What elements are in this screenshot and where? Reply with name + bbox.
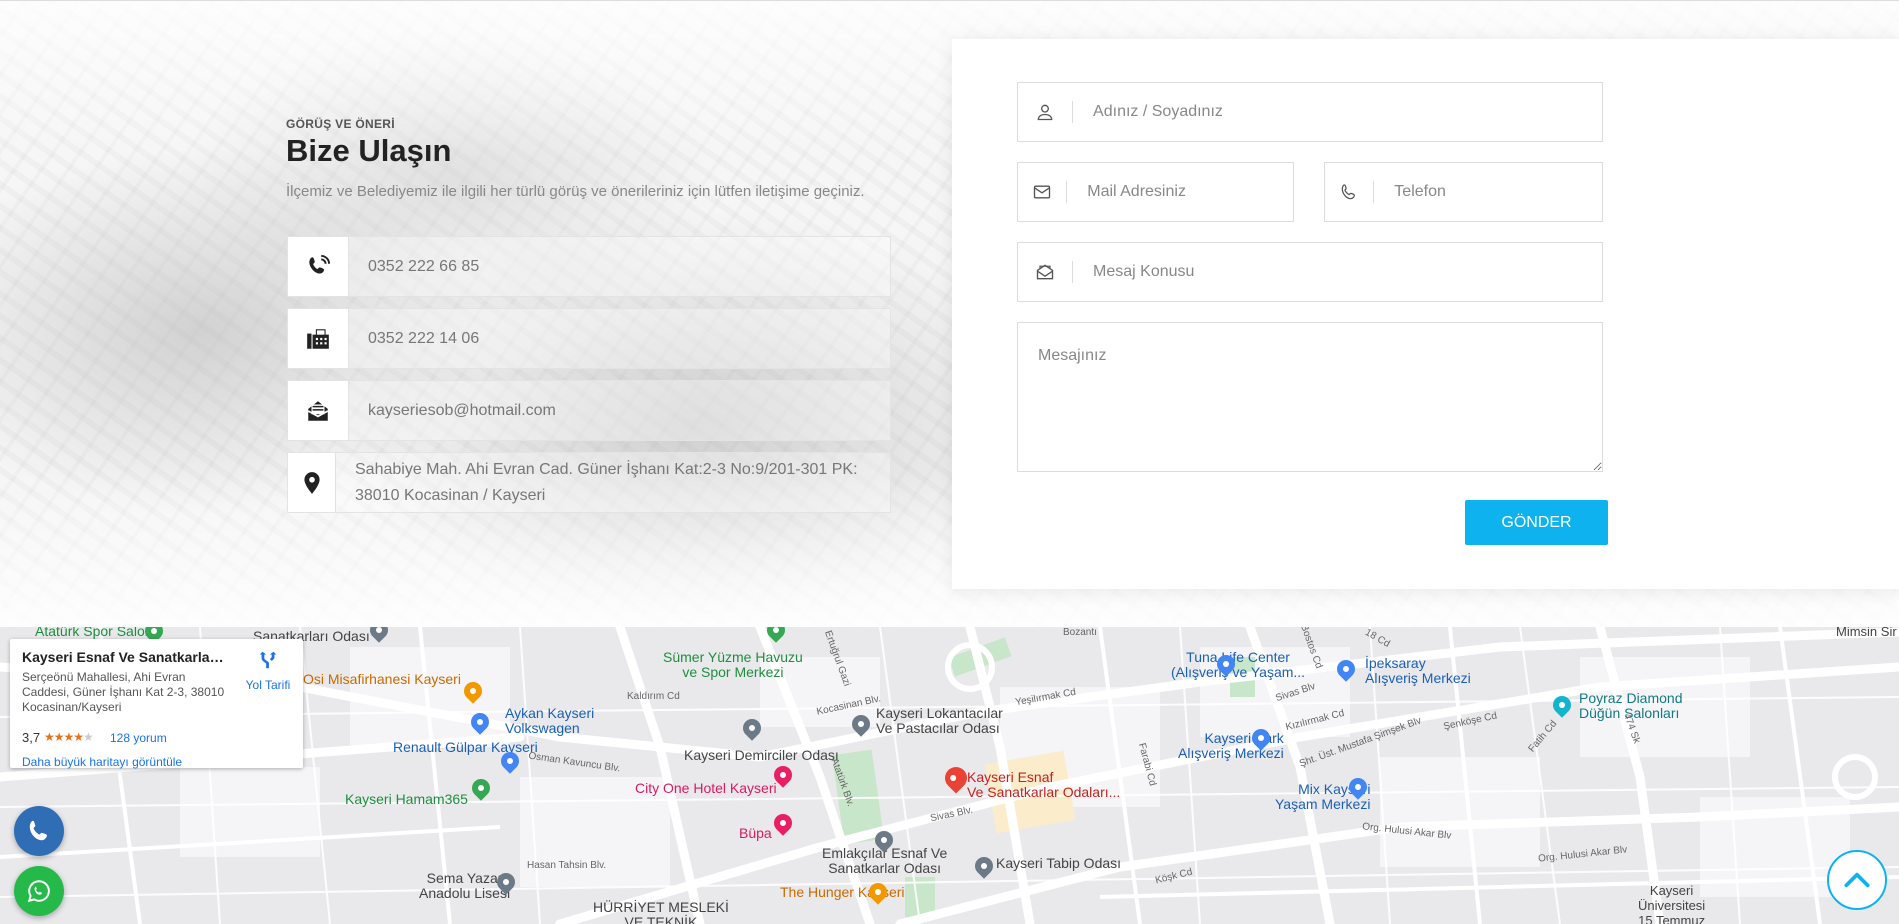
fax-info: 0352 222 14 06 bbox=[287, 308, 891, 369]
directions-label: Yol Tarifi bbox=[245, 678, 291, 692]
street-label: Hasan Tahsin Blv. bbox=[527, 860, 607, 871]
call-floating-button[interactable] bbox=[14, 806, 64, 856]
place-name: Kayseri Esnaf Ve Sanatkarlar ... bbox=[22, 649, 227, 665]
map-label-osi-misafirhanesi[interactable]: Osi Misafirhanesi Kayseri bbox=[303, 672, 461, 687]
map-label-sumer-yuzme[interactable]: Sümer Yüzme Havuzu ve Spor Merkezi bbox=[663, 650, 803, 680]
map-label-ataturk-spor[interactable]: Atatürk Spor Salonu bbox=[35, 627, 160, 639]
map-label-lokantacilar-odasi[interactable]: Kayseri Lokantacılar Ve Pastacılar Odası bbox=[876, 706, 1003, 736]
address-info: Sahabiye Mah. Ahi Evran Cad. Güner İşhan… bbox=[287, 452, 891, 513]
directions-button[interactable]: Yol Tarifi bbox=[238, 649, 298, 692]
map-label-tabip-odasi[interactable]: Kayseri Tabip Odası bbox=[996, 856, 1121, 871]
rating-stars: ★★★★★ bbox=[44, 730, 94, 744]
google-map[interactable]: Atatürk Spor Salonu Sanatkarları Odası S… bbox=[0, 627, 1899, 924]
phone-input[interactable] bbox=[1374, 183, 1602, 201]
name-field bbox=[1017, 82, 1603, 142]
fax-number: 0352 222 14 06 bbox=[368, 329, 480, 347]
directions-icon bbox=[259, 651, 277, 669]
mail-input[interactable] bbox=[1067, 183, 1294, 201]
phone-ring-icon bbox=[288, 237, 349, 296]
phone-field bbox=[1324, 162, 1603, 222]
location-pin-icon bbox=[288, 453, 336, 512]
envelope-icon bbox=[1018, 182, 1066, 202]
phone-number[interactable]: 0352 222 66 85 bbox=[349, 254, 479, 280]
phone-icon bbox=[1325, 182, 1373, 202]
contact-form: GÖNDER bbox=[952, 39, 1899, 589]
map-label-kayseri-universitesi[interactable]: Kayseri Üniversitesi 15 Temmuz bbox=[1638, 883, 1705, 924]
email-info: kayseriesob@hotmail.com bbox=[287, 380, 891, 441]
submit-button[interactable]: GÖNDER bbox=[1465, 500, 1608, 545]
map-label-esnaf-odalari[interactable]: Kayseri Esnaf Ve Sanatkarlar Odaları... bbox=[967, 770, 1120, 800]
section-description: İlçemiz ve Belediyemiz ile ilgili her tü… bbox=[286, 183, 865, 200]
message-field bbox=[1017, 322, 1603, 472]
map-label-demirciler-odasi[interactable]: Kayseri Demirciler Odası bbox=[684, 748, 839, 763]
scroll-to-top-button[interactable] bbox=[1827, 850, 1887, 910]
map-label-tuna-life[interactable]: Tuna Life Center (Alışveriş ve Yaşam... bbox=[1171, 650, 1305, 680]
street-label: Bozantı bbox=[1063, 627, 1097, 638]
mailbox-icon bbox=[288, 381, 349, 440]
street-label: Kaldırım Cd bbox=[627, 691, 680, 702]
phone-info: 0352 222 66 85 bbox=[287, 236, 891, 297]
map-label-aykan-volkswagen[interactable]: Aykan Kayseri Volkswagen bbox=[505, 706, 594, 736]
name-input[interactable] bbox=[1073, 103, 1602, 121]
user-icon bbox=[1018, 102, 1072, 122]
star-icon: ★★★★ bbox=[44, 730, 84, 744]
map-label-city-one-hotel[interactable]: City One Hotel Kayseri bbox=[635, 781, 777, 796]
email-address[interactable]: kayseriesob@hotmail.com bbox=[349, 398, 556, 424]
map-label-sema-yazar[interactable]: Sema Yazar Anadolu Lisesi bbox=[419, 871, 510, 901]
phone-icon bbox=[29, 820, 47, 841]
page-title: Bize Ulaşın bbox=[286, 133, 452, 168]
star-empty-icon: ★ bbox=[83, 730, 94, 744]
map-label-hamam365[interactable]: Kayseri Hamam365 bbox=[345, 792, 468, 807]
place-address: Serçeönü Mahallesi, Ahi Evran Caddesi, G… bbox=[22, 670, 225, 714]
map-label-bupa[interactable]: Büpa bbox=[739, 826, 772, 841]
mail-field bbox=[1017, 162, 1294, 222]
chevron-up-icon bbox=[1844, 872, 1870, 888]
map-label-renault-gulpar[interactable]: Renault Gülpar Kayseri bbox=[393, 740, 538, 755]
subject-input[interactable] bbox=[1073, 263, 1602, 281]
whatsapp-icon bbox=[27, 880, 50, 903]
contact-section: GÖRÜŞ VE ÖNERİ Bize Ulaşın İlçemiz ve Be… bbox=[0, 0, 1899, 627]
section-eyebrow: GÖRÜŞ VE ÖNERİ bbox=[286, 117, 395, 131]
map-label-mimsin[interactable]: Mimsin Sir bbox=[1836, 627, 1897, 639]
place-rating: 3,7 bbox=[22, 730, 41, 745]
map-place-card: Kayseri Esnaf Ve Sanatkarlar ... Serçeön… bbox=[10, 639, 303, 769]
map-label-ipeksaray[interactable]: İpeksaray Alışveriş Merkezi bbox=[1365, 656, 1471, 686]
bigger-map-link[interactable]: Daha büyük haritayı görüntüle bbox=[22, 755, 182, 769]
fax-icon bbox=[288, 309, 349, 368]
subject-field bbox=[1017, 242, 1603, 302]
reviews-link[interactable]: 128 yorum bbox=[110, 731, 167, 745]
open-envelope-icon bbox=[1018, 262, 1072, 282]
message-textarea[interactable] bbox=[1018, 323, 1602, 471]
address-text: Sahabiye Mah. Ahi Evran Cad. Güner İşhan… bbox=[355, 460, 858, 504]
map-label-hurriyet-mesleki[interactable]: HÜRRİYET MESLEKİ VE TEKNİK bbox=[593, 900, 729, 924]
whatsapp-floating-button[interactable] bbox=[14, 866, 64, 916]
